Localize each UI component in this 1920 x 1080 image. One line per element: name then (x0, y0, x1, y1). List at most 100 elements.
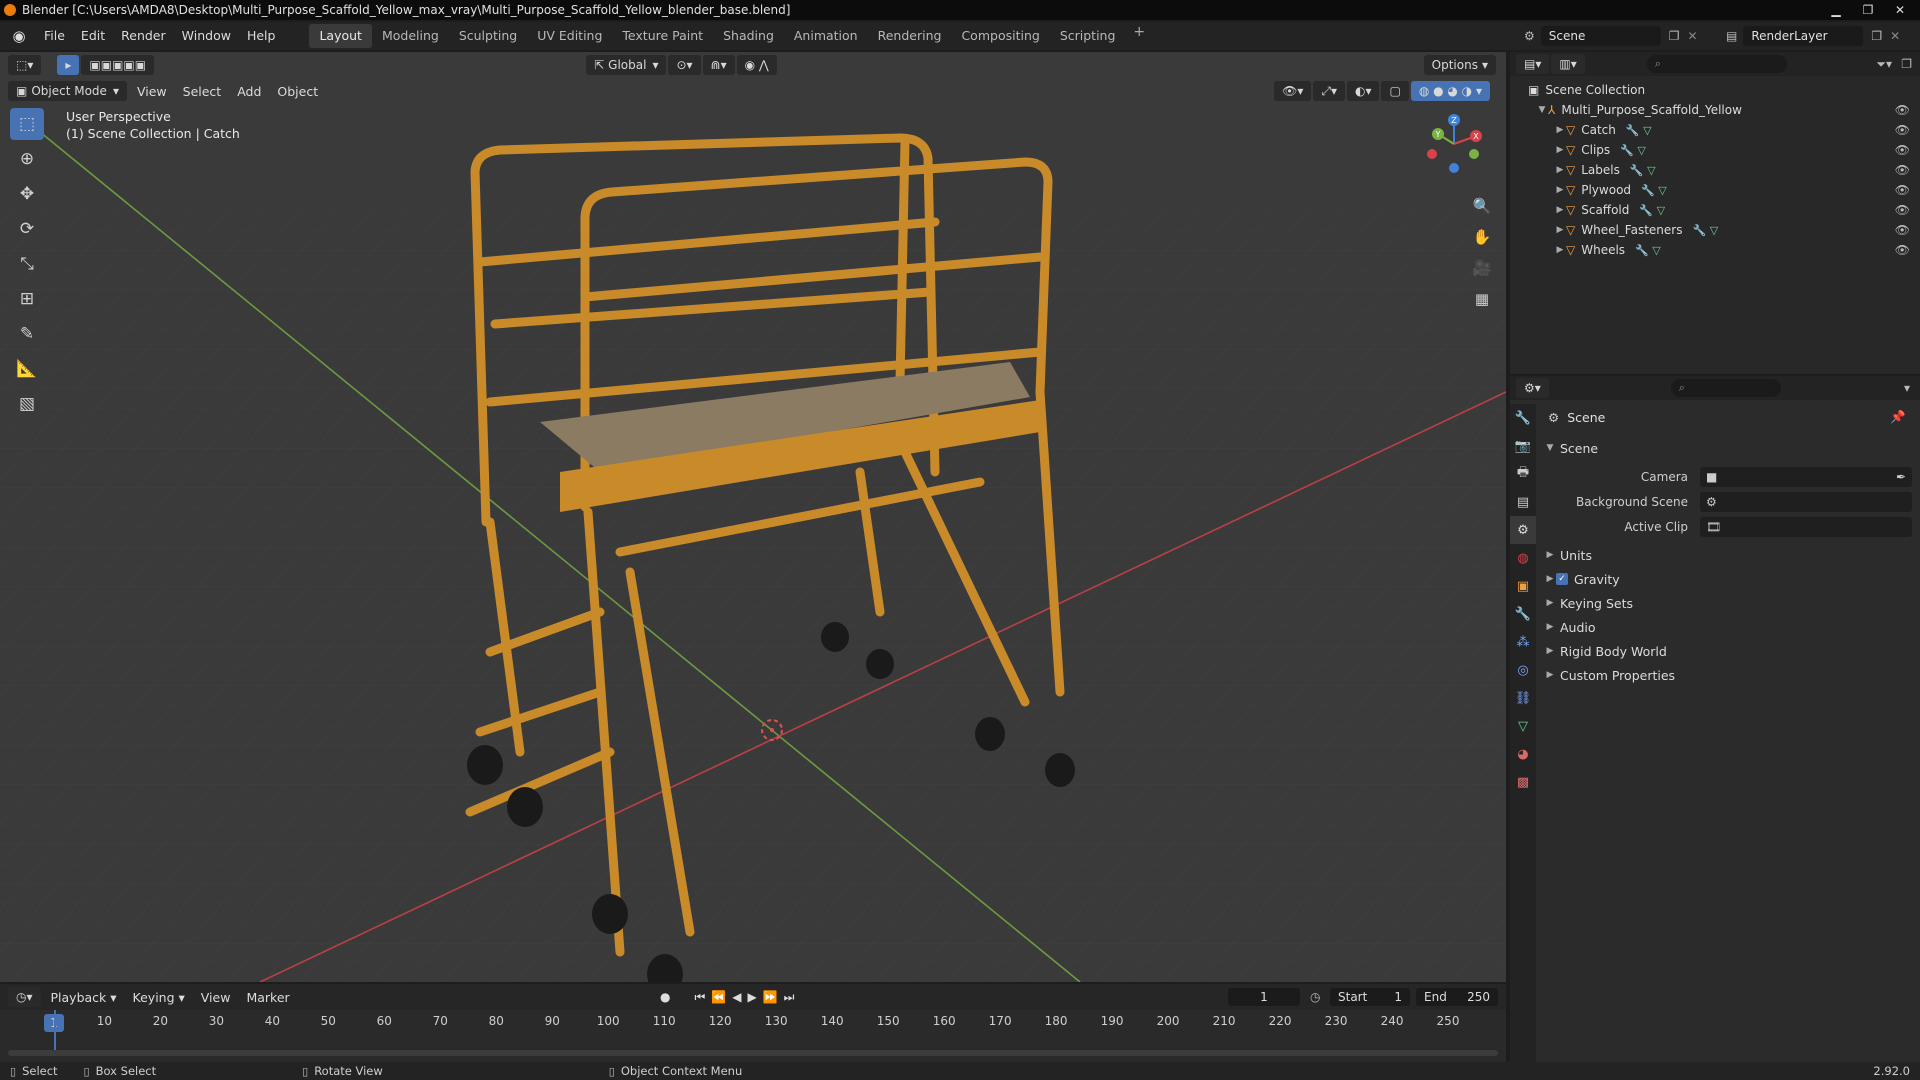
eye-icon[interactable]: 👁 (1895, 103, 1910, 117)
properties-editor-type-icon[interactable]: ⚙▾ (1516, 378, 1549, 398)
measure-icon[interactable]: 📐 (10, 353, 44, 385)
overlay-toggle-icon[interactable]: ◐▾ (1346, 81, 1380, 101)
end-frame-field[interactable]: End 250 (1416, 988, 1498, 1006)
gravity-checkbox[interactable]: ✓ (1556, 573, 1568, 585)
menu-window[interactable]: Window (174, 24, 239, 48)
view-layer-field[interactable]: RenderLayer (1743, 26, 1864, 46)
close-icon[interactable]: ✕ (1884, 0, 1916, 20)
jump-end-icon[interactable]: ⏭ (784, 990, 795, 1005)
eye-icon[interactable]: 👁 (1895, 123, 1910, 137)
navigation-gizmo[interactable]: Z X Y (1424, 114, 1484, 174)
texture-tab-icon[interactable]: ▩ (1510, 768, 1536, 796)
3d-viewport[interactable]: ⬚▾ ▸ ▣▣▣▣▣ ⇱ Global ▾ ⊙▾ ⋒▾ ◉ ⋀ Options … (0, 52, 1506, 982)
menu-edit[interactable]: Edit (73, 24, 113, 48)
chevron-down-icon[interactable]: ▾ (1904, 381, 1910, 395)
panel-scene[interactable]: ▼ Scene (1540, 436, 1920, 460)
maximize-icon[interactable]: ❐ (1852, 0, 1884, 20)
pin-icon[interactable]: 📌 (1890, 409, 1906, 425)
cursor-icon[interactable]: ⊕ (10, 143, 44, 175)
transform-icon[interactable]: ⊞ (10, 283, 44, 315)
tree-row-collection[interactable]: ▼ ⅄ Multi_Purpose_Scaffold_Yellow 👁 (1510, 100, 1920, 120)
expand-triangle-icon[interactable]: ▼ (1536, 105, 1548, 115)
tree-row-object[interactable]: ▶ ▽ Clips 🔧 ▽ 👁 (1510, 140, 1920, 160)
next-keyframe-icon[interactable]: ⏩ (763, 990, 778, 1005)
expand-triangle-icon[interactable]: ▶ (1554, 165, 1566, 175)
pivot-point-icon[interactable]: ⊙▾ (668, 55, 701, 75)
menu-render[interactable]: Render (113, 24, 174, 48)
menu-object[interactable]: Object (269, 84, 326, 99)
tab-modeling[interactable]: Modeling (372, 24, 449, 48)
current-frame-field[interactable]: 1 (1228, 988, 1300, 1006)
visibility-icon[interactable]: 👁▾ (1274, 81, 1312, 101)
tab-shading[interactable]: Shading (713, 24, 784, 48)
panel-rigid-body-world[interactable]: ▶ Rigid Body World (1540, 639, 1920, 663)
menu-add[interactable]: Add (229, 84, 269, 99)
display-mode-icon[interactable]: ▥▾ (1551, 54, 1585, 74)
options-dropdown[interactable]: Options ▾ (1423, 55, 1496, 75)
scale-icon[interactable]: ⤡ (10, 248, 44, 280)
select-box-icon[interactable]: ⬚ (10, 108, 44, 140)
background-scene-field[interactable]: ⚙ (1700, 491, 1912, 512)
physics-tab-icon[interactable]: ◎ (1510, 656, 1536, 684)
tab-layout[interactable]: Layout (309, 24, 372, 48)
menu-marker[interactable]: Marker (238, 990, 297, 1005)
timeline-scrollbar[interactable] (8, 1050, 1498, 1056)
tree-row-object[interactable]: ▶ ▽ Catch 🔧 ▽ 👁 (1510, 120, 1920, 140)
eye-icon[interactable]: 👁 (1895, 203, 1910, 217)
eye-icon[interactable]: 👁 (1895, 183, 1910, 197)
playhead-line[interactable] (54, 1010, 56, 1050)
tree-row-scene-collection[interactable]: ▣ Scene Collection (1510, 80, 1920, 100)
proportional-edit-icon[interactable]: ◉ ⋀ (736, 55, 777, 75)
transform-orientation-dropdown[interactable]: ⇱ Global ▾ (586, 55, 667, 75)
select-tool-icon[interactable]: ▸ (57, 55, 80, 75)
delete-scene-icon[interactable]: ✕ (1688, 29, 1698, 43)
camera-field[interactable]: ■ ✒ (1700, 466, 1912, 487)
scene-tab-icon[interactable]: ⚙ (1510, 516, 1536, 544)
add-cube-icon[interactable]: ▧ (10, 388, 44, 420)
tab-animation[interactable]: Animation (784, 24, 868, 48)
jump-start-icon[interactable]: ⏮ (694, 990, 705, 1005)
expand-triangle-icon[interactable]: ▶ (1554, 205, 1566, 215)
start-frame-field[interactable]: Start 1 (1330, 988, 1410, 1006)
world-tab-icon[interactable]: ◍ (1510, 544, 1536, 572)
panel-keying-sets[interactable]: ▶ Keying Sets (1540, 591, 1920, 615)
minimize-icon[interactable]: ▁ (1820, 0, 1852, 20)
eye-icon[interactable]: 👁 (1895, 143, 1910, 157)
eye-icon[interactable]: 👁 (1895, 223, 1910, 237)
menu-playback[interactable]: Playback ▾ (43, 990, 125, 1005)
clock-icon[interactable]: ◷ (1310, 990, 1320, 1004)
expand-triangle-icon[interactable]: ▶ (1554, 125, 1566, 135)
rotate-icon[interactable]: ⟳ (10, 213, 44, 245)
tree-row-object[interactable]: ▶ ▽ Labels 🔧 ▽ 👁 (1510, 160, 1920, 180)
tab-scripting[interactable]: Scripting (1050, 24, 1126, 48)
camera-view-icon[interactable]: 🎥 (1468, 254, 1496, 282)
filter-icon[interactable]: ⏷▾ (1876, 57, 1892, 72)
ortho-grid-icon[interactable]: ▦ (1468, 285, 1496, 313)
render-tab-icon[interactable]: 📷 (1510, 432, 1536, 460)
tab-sculpting[interactable]: Sculpting (449, 24, 527, 48)
tab-compositing[interactable]: Compositing (951, 24, 1049, 48)
new-scene-icon[interactable]: ❐ (1669, 29, 1680, 43)
modifier-tab-icon[interactable]: 🔧 (1510, 600, 1536, 628)
frame-ruler[interactable]: 1102030405060708090100110120130140150160… (0, 1010, 1506, 1032)
output-tab-icon[interactable]: 🖶 (1510, 460, 1536, 488)
blender-menu-icon[interactable]: ◉ (10, 27, 28, 45)
constraints-tab-icon[interactable]: ⛓ (1510, 684, 1536, 712)
active-clip-field[interactable]: 🎞 (1700, 516, 1912, 537)
panel-gravity[interactable]: ▶ ✓ Gravity (1540, 567, 1920, 591)
move-icon[interactable]: ✥ (10, 178, 44, 210)
editor-type-icon[interactable]: ⬚▾ (8, 55, 42, 75)
delete-view-layer-icon[interactable]: ✕ (1890, 29, 1900, 43)
expand-triangle-icon[interactable]: ▶ (1554, 225, 1566, 235)
shading-mode-icons[interactable]: ◍ ● ◕ ◑ ▾ (1410, 81, 1490, 101)
mode-dropdown[interactable]: ▣ Object Mode ▾ (8, 81, 127, 101)
xray-toggle-icon[interactable]: ▢ (1381, 81, 1409, 101)
tree-row-object[interactable]: ▶ ▽ Wheels 🔧 ▽ 👁 (1510, 240, 1920, 260)
menu-view[interactable]: View (193, 990, 239, 1005)
material-tab-icon[interactable]: ◕ (1510, 740, 1536, 768)
pan-hand-icon[interactable]: ✋ (1468, 223, 1496, 251)
prev-keyframe-icon[interactable]: ⏪ (711, 990, 726, 1005)
timeline-editor-type-icon[interactable]: ◷▾ (8, 987, 41, 1007)
record-icon[interactable]: ● (660, 990, 670, 1005)
panel-audio[interactable]: ▶ Audio (1540, 615, 1920, 639)
